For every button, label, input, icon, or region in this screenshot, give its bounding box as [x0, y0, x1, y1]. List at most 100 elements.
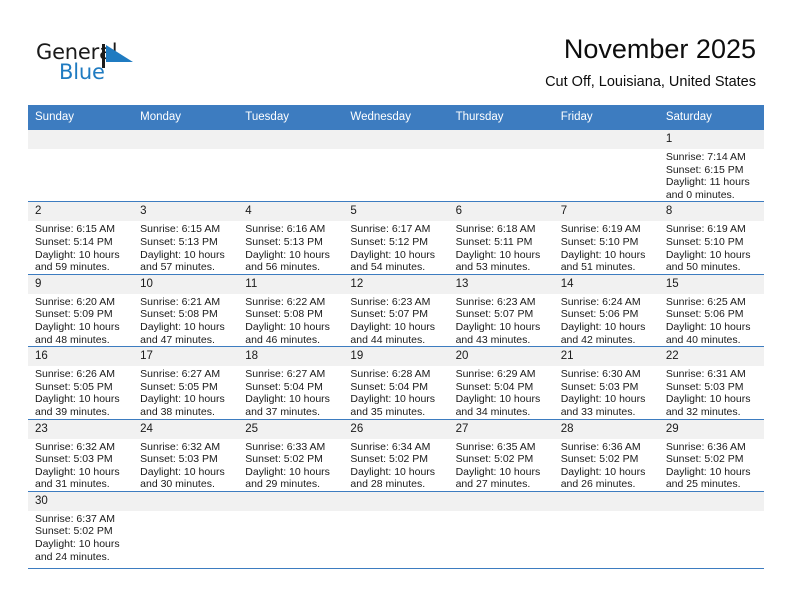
day-sunset-text: Sunset: 5:10 PM	[665, 235, 744, 248]
calendar-day-cell[interactable]: 15 Sunrise: 6:25 AM Sunset: 5:06 PM Dayligh…	[658, 273, 764, 347]
calendar-day-cell[interactable]: 27 Sunrise: 6:35 AM Sunset: 5:02 PM Dayligh…	[448, 418, 554, 492]
day-details: Sunrise: 6:27 AM Sunset: 5:04 PM Daylight:…	[238, 366, 343, 418]
day-number	[343, 130, 449, 149]
calendar-day-cell[interactable]: 8 Sunrise: 6:19 AM Sunset: 5:10 PM Daylight…	[658, 201, 764, 275]
day-daylight-text: Daylight: 10 hours	[245, 393, 330, 406]
day-cell-inner	[343, 130, 449, 201]
day-details: Sunrise: 6:33 AM Sunset: 5:02 PM Daylight:…	[238, 439, 343, 491]
calendar-day-cell[interactable]: 12 Sunrise: 6:23 AM Sunset: 5:07 PM Dayligh…	[343, 273, 449, 347]
day-daylight-text: and 39 minutes.	[35, 405, 110, 418]
day-cell-inner: 4 Sunrise: 6:16 AM Sunset: 5:13 PM Daylight…	[238, 202, 344, 273]
calendar-day-cell[interactable]: 13 Sunrise: 6:23 AM Sunset: 5:07 PM Dayligh…	[448, 273, 554, 347]
day-details: Sunrise: 6:21 AM Sunset: 5:08 PM Daylight:…	[133, 294, 238, 346]
day-daylight-text: and 25 minutes.	[665, 478, 741, 491]
day-cell-inner	[448, 491, 554, 564]
day-details: Sunrise: 6:32 AM Sunset: 5:03 PM Daylight:…	[28, 439, 133, 491]
calendar-day-cell[interactable]: 2 Sunrise: 6:15 AM Sunset: 5:14 PM Daylight…	[28, 201, 134, 275]
day-cell-inner	[343, 491, 449, 564]
calendar-day-cell-empty	[658, 490, 764, 564]
calendar-day-cell[interactable]: 16 Sunrise: 6:26 AM Sunset: 5:05 PM Dayligh…	[28, 346, 134, 419]
day-sunset-text: Sunset: 6:15 PM	[665, 163, 744, 176]
calendar-day-cell[interactable]: 28 Sunrise: 6:36 AM Sunset: 5:02 PM Dayligh…	[553, 418, 659, 492]
calendar-day-cell[interactable]: 17 Sunrise: 6:27 AM Sunset: 5:05 PM Dayligh…	[133, 346, 239, 419]
calendar-day-cell[interactable]: 1 Sunrise: 7:14 AM Sunset: 6:15 PM Daylight…	[658, 128, 764, 202]
day-details: Sunrise: 6:35 AM Sunset: 5:02 PM Daylight:…	[449, 439, 554, 491]
day-daylight-text: and 31 minutes.	[35, 478, 110, 491]
day-sunrise-text: Sunrise: 6:22 AM	[245, 295, 326, 308]
day-number: 24	[133, 419, 239, 439]
day-sunrise-text: Sunrise: 6:37 AM	[35, 512, 115, 525]
calendar-day-cell[interactable]: 23 Sunrise: 6:32 AM Sunset: 5:03 PM Dayligh…	[28, 418, 134, 492]
calendar-day-cell[interactable]: 21 Sunrise: 6:30 AM Sunset: 5:03 PM Dayligh…	[553, 346, 659, 419]
day-details: Sunrise: 6:16 AM Sunset: 5:13 PM Daylight:…	[238, 221, 343, 273]
day-cell-inner: 5 Sunrise: 6:17 AM Sunset: 5:12 PM Daylight…	[343, 202, 449, 273]
calendar-day-cell[interactable]: 29 Sunrise: 6:36 AM Sunset: 5:02 PM Dayligh…	[658, 418, 764, 492]
calendar-header-row: Sunday Monday Tuesday Wednesday Thursday…	[28, 105, 764, 130]
day-number: 16	[28, 347, 134, 367]
day-sunrise-text: Sunrise: 7:14 AM	[665, 151, 746, 163]
calendar-day-cell[interactable]: 7 Sunrise: 6:19 AM Sunset: 5:10 PM Daylight…	[553, 201, 659, 275]
day-daylight-text: and 43 minutes.	[455, 333, 531, 346]
calendar-day-cell[interactable]: 25 Sunrise: 6:33 AM Sunset: 5:02 PM Dayligh…	[238, 418, 344, 492]
day-details: Sunrise: 6:19 AM Sunset: 5:10 PM Daylight:…	[554, 221, 659, 273]
day-number	[448, 130, 554, 149]
day-cell-inner: 9 Sunrise: 6:20 AM Sunset: 5:09 PM Daylight…	[28, 274, 134, 346]
calendar-day-cell[interactable]: 6 Sunrise: 6:18 AM Sunset: 5:11 PM Daylight…	[448, 201, 554, 275]
day-number: 10	[133, 274, 239, 294]
day-number	[553, 491, 659, 511]
brand-logo[interactable]: General Blue	[36, 40, 166, 88]
day-daylight-text: and 26 minutes.	[560, 478, 636, 491]
day-sunset-text: Sunset: 5:08 PM	[245, 308, 323, 321]
calendar-day-cell-empty	[133, 490, 239, 564]
calendar-day-cell[interactable]: 3 Sunrise: 6:15 AM Sunset: 5:13 PM Daylight…	[133, 201, 239, 275]
day-cell-inner: 3 Sunrise: 6:15 AM Sunset: 5:13 PM Daylight…	[133, 202, 239, 273]
day-number: 6	[448, 202, 554, 222]
day-daylight-text: Daylight: 10 hours	[140, 248, 225, 261]
day-daylight-text: and 38 minutes.	[140, 405, 215, 418]
calendar-day-cell[interactable]: 4 Sunrise: 6:16 AM Sunset: 5:13 PM Daylight…	[238, 201, 344, 275]
calendar-week-row: 23 Sunrise: 6:32 AM Sunset: 5:03 PM Dayligh…	[28, 418, 764, 492]
calendar-day-cell[interactable]: 20 Sunrise: 6:29 AM Sunset: 5:04 PM Dayligh…	[448, 346, 554, 419]
calendar-day-cell-empty	[448, 490, 554, 564]
calendar-day-cell[interactable]: 11 Sunrise: 6:22 AM Sunset: 5:08 PM Dayligh…	[238, 273, 344, 347]
day-details: Sunrise: 6:15 AM Sunset: 5:14 PM Daylight:…	[28, 221, 133, 273]
calendar-day-cell[interactable]: 9 Sunrise: 6:20 AM Sunset: 5:09 PM Daylight…	[28, 273, 134, 347]
day-sunset-text: Sunset: 5:03 PM	[560, 380, 639, 393]
day-sunrise-text: Sunrise: 6:23 AM	[350, 295, 431, 308]
day-cell-inner: 28 Sunrise: 6:36 AM Sunset: 5:02 PM Dayligh…	[553, 419, 659, 491]
day-number: 5	[343, 202, 449, 222]
day-sunrise-text: Sunrise: 6:27 AM	[140, 368, 221, 381]
day-number: 20	[448, 347, 554, 367]
day-number	[658, 491, 764, 511]
day-daylight-text: and 59 minutes.	[35, 261, 110, 274]
day-details: Sunrise: 6:28 AM Sunset: 5:04 PM Daylight:…	[343, 366, 448, 418]
calendar-day-cell[interactable]: 14 Sunrise: 6:24 AM Sunset: 5:06 PM Dayligh…	[553, 273, 659, 347]
calendar-day-cell-empty	[553, 490, 659, 564]
calendar-day-cell[interactable]: 22 Sunrise: 6:31 AM Sunset: 5:03 PM Dayligh…	[658, 346, 764, 419]
day-daylight-text: Daylight: 10 hours	[245, 465, 330, 478]
day-sunrise-text: Sunrise: 6:26 AM	[35, 368, 115, 381]
calendar-day-cell[interactable]: 19 Sunrise: 6:28 AM Sunset: 5:04 PM Dayligh…	[343, 346, 449, 419]
day-daylight-text: and 42 minutes.	[560, 333, 636, 346]
calendar-day-cell[interactable]: 10 Sunrise: 6:21 AM Sunset: 5:08 PM Dayligh…	[133, 273, 239, 347]
day-cell-inner: 27 Sunrise: 6:35 AM Sunset: 5:02 PM Dayligh…	[448, 419, 554, 491]
day-cell-inner: 14 Sunrise: 6:24 AM Sunset: 5:06 PM Dayligh…	[553, 274, 659, 346]
day-details: Sunrise: 6:25 AM Sunset: 5:06 PM Daylight:…	[659, 294, 764, 346]
day-sunset-text: Sunset: 5:03 PM	[35, 453, 113, 466]
calendar-day-cell-empty	[343, 490, 449, 564]
day-sunrise-text: Sunrise: 6:19 AM	[560, 223, 641, 236]
calendar-day-cell[interactable]: 18 Sunrise: 6:27 AM Sunset: 5:04 PM Dayligh…	[238, 346, 344, 419]
day-daylight-text: and 50 minutes.	[665, 261, 741, 274]
day-number: 25	[238, 419, 344, 439]
day-details: Sunrise: 6:30 AM Sunset: 5:03 PM Daylight:…	[554, 366, 659, 418]
calendar-day-cell[interactable]: 5 Sunrise: 6:17 AM Sunset: 5:12 PM Daylight…	[343, 201, 449, 275]
weekday-header-tuesday: Tuesday	[238, 105, 344, 130]
day-daylight-text: Daylight: 10 hours	[140, 320, 225, 333]
day-number	[343, 491, 449, 511]
day-daylight-text: and 40 minutes.	[665, 333, 741, 346]
calendar-day-cell[interactable]: 24 Sunrise: 6:32 AM Sunset: 5:03 PM Dayligh…	[133, 418, 239, 492]
day-details: Sunrise: 6:31 AM Sunset: 5:03 PM Daylight:…	[659, 366, 764, 418]
calendar-day-cell[interactable]: 26 Sunrise: 6:34 AM Sunset: 5:02 PM Dayligh…	[343, 418, 449, 492]
calendar-day-cell[interactable]: 30 Sunrise: 6:37 AM Sunset: 5:02 PM Dayligh…	[28, 490, 134, 564]
day-daylight-text: Daylight: 10 hours	[560, 320, 646, 333]
